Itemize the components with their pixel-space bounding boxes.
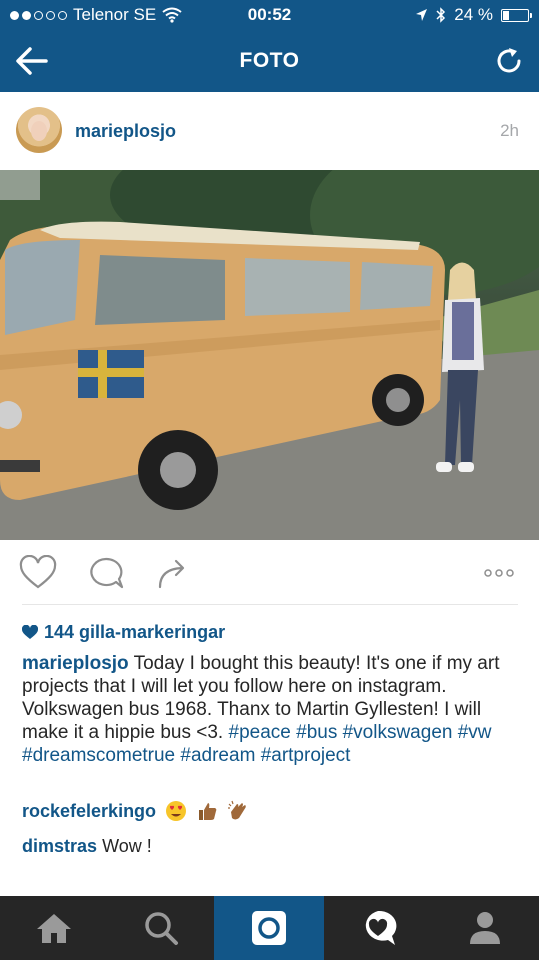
hashtag[interactable]: #peace (229, 722, 291, 743)
home-icon (36, 914, 71, 943)
top-header: Telenor SE 00:52 24 % FOTO (0, 0, 539, 92)
post-time: 2h (500, 121, 519, 140)
comment-text: Wow ! (102, 836, 152, 856)
page-title: FOTO (239, 49, 300, 72)
hashtag[interactable]: #volkswagen (343, 722, 453, 743)
battery-percent: 24 % (454, 5, 493, 24)
profile-icon (470, 912, 500, 944)
hashtag[interactable]: #adream (180, 745, 255, 766)
hashtag[interactable]: #artproject (261, 745, 351, 766)
bluetooth-icon (436, 7, 446, 23)
hashtag[interactable]: #vw (458, 722, 492, 743)
post-photo[interactable] (0, 170, 539, 540)
tab-bar (0, 896, 539, 960)
hashtag[interactable]: #dreamscometrue (22, 745, 175, 766)
post-header: marieplosjo 2h (0, 92, 539, 170)
activity-icon (365, 910, 396, 945)
divider (22, 604, 518, 605)
comment-row: dimstras Wow ! (22, 836, 152, 857)
avatar[interactable] (16, 107, 62, 153)
more-options-icon[interactable] (480, 555, 520, 591)
likes-count[interactable]: 144 gilla-markeringar (22, 622, 225, 643)
likes-label: 144 gilla-markeringar (44, 622, 226, 642)
clapping-hands-emoji-icon (228, 800, 246, 820)
tab-activity[interactable] (324, 896, 431, 960)
heart-filled-icon (22, 625, 38, 639)
post-username[interactable]: marieplosjo (75, 121, 176, 142)
camera-icon (252, 911, 286, 945)
battery-level (503, 10, 509, 20)
comment-username[interactable]: dimstras (22, 836, 97, 856)
battery-icon (501, 8, 532, 22)
share-icon[interactable] (152, 555, 192, 591)
comment-row: rockefelerkingo (22, 800, 249, 822)
heart-eyes-emoji-icon (166, 801, 187, 821)
post-actions (0, 545, 539, 601)
search-icon (144, 912, 178, 945)
refresh-icon[interactable] (493, 44, 525, 78)
comment-username[interactable]: rockefelerkingo (22, 801, 156, 821)
tab-search[interactable] (107, 896, 214, 960)
tab-camera[interactable] (214, 896, 324, 960)
thumbs-up-emoji-icon (199, 803, 217, 820)
location-icon (416, 9, 428, 21)
post-caption: marieplosjo Today I bought this beauty! … (22, 652, 522, 767)
tab-home[interactable] (0, 896, 107, 960)
heart-icon[interactable] (18, 555, 58, 591)
hashtag[interactable]: #bus (296, 722, 337, 743)
photo-illustration (0, 170, 539, 540)
nav-bar: FOTO (0, 30, 539, 92)
comment-icon[interactable] (86, 555, 126, 591)
caption-username[interactable]: marieplosjo (22, 653, 129, 674)
tab-profile[interactable] (431, 896, 539, 960)
status-bar: Telenor SE 00:52 24 % (0, 0, 539, 30)
